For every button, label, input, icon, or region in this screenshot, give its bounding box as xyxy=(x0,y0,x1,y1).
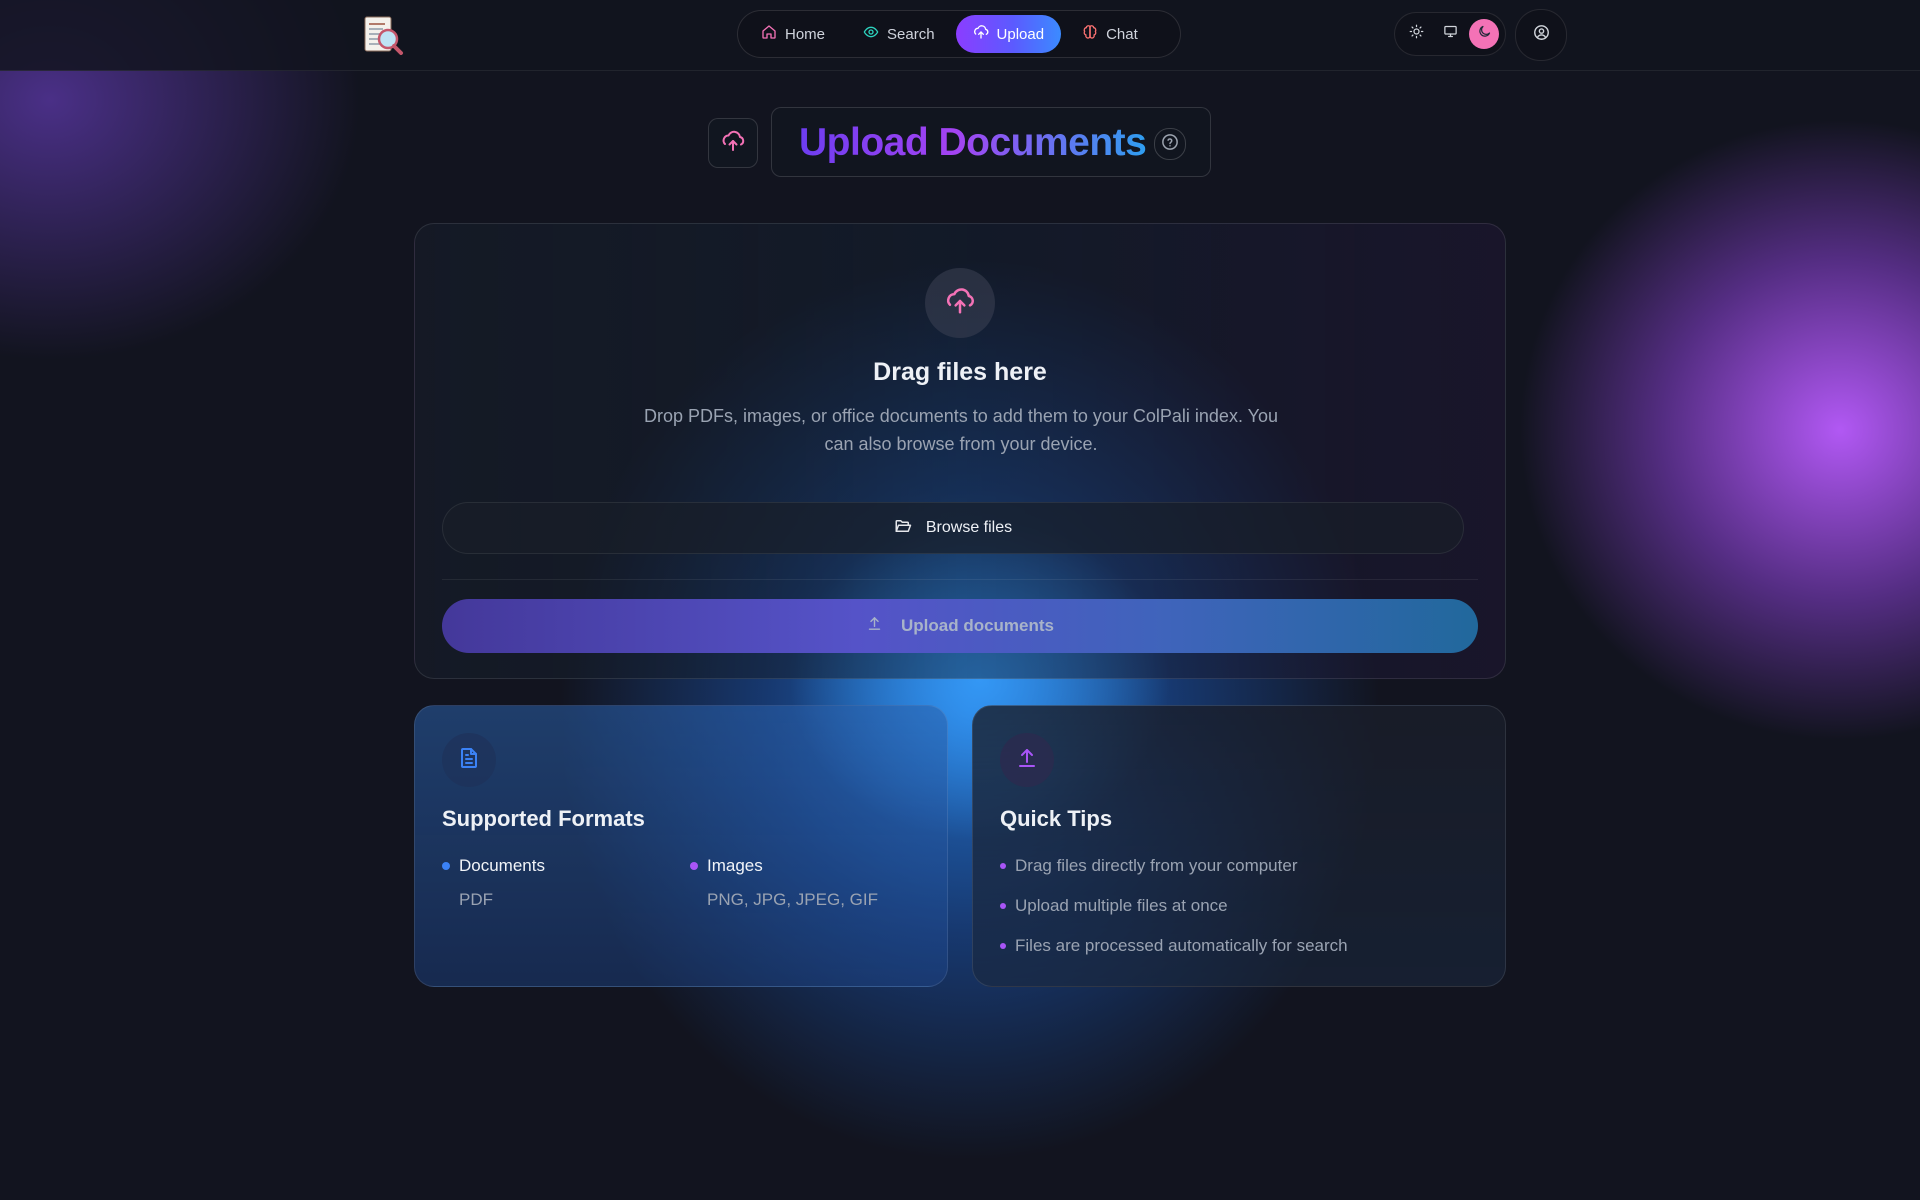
supported-formats-title: Supported Formats xyxy=(442,806,645,831)
browse-files-button[interactable]: Browse files xyxy=(442,502,1464,554)
monitor-icon xyxy=(1443,24,1458,44)
format-group-label: Images xyxy=(707,856,763,875)
tips-list: Drag files directly from your computer U… xyxy=(1000,856,1348,976)
bullet-dot xyxy=(1000,863,1006,869)
page-title-box: Upload Documents xyxy=(771,107,1211,177)
help-circle-icon xyxy=(1161,133,1179,156)
help-button[interactable] xyxy=(1154,128,1186,160)
bullet-dot xyxy=(442,862,450,870)
dark-theme-button[interactable] xyxy=(1469,19,1499,49)
top-navbar: Home Search Upload Chat xyxy=(0,0,1920,71)
divider xyxy=(442,579,1478,580)
nav-home[interactable]: Home xyxy=(744,15,842,53)
upload-documents-button[interactable]: Upload documents xyxy=(442,599,1478,653)
cloud-upload-icon xyxy=(973,24,989,44)
sun-icon xyxy=(1409,24,1424,44)
format-group-label: Documents xyxy=(459,856,545,875)
page-title-icon xyxy=(708,118,758,168)
upload-documents-label: Upload documents xyxy=(900,616,1054,635)
cloud-upload-icon xyxy=(945,286,975,321)
list-item: Files are processed automatically for se… xyxy=(1000,936,1348,956)
cloud-upload-icon xyxy=(721,129,745,158)
light-theme-button[interactable] xyxy=(1401,19,1431,49)
dropzone-icon xyxy=(925,268,995,338)
nav-home-label: Home xyxy=(785,25,826,43)
page-title: Upload Documents xyxy=(799,121,1147,164)
supported-formats-card: Supported Formats Documents PDF Images P… xyxy=(414,705,948,987)
theme-switcher xyxy=(1394,12,1506,56)
format-group-documents: Documents PDF xyxy=(442,856,545,910)
tip-text: Drag files directly from your computer xyxy=(1015,856,1298,875)
bullet-dot xyxy=(690,862,698,870)
nav-search-label: Search xyxy=(887,25,935,43)
nav-search[interactable]: Search xyxy=(846,15,952,53)
home-icon xyxy=(761,24,777,44)
card-icon xyxy=(1000,733,1054,787)
list-item: Upload multiple files at once xyxy=(1000,896,1348,916)
file-text-icon xyxy=(457,746,481,775)
upload-dropzone[interactable]: Drag files here Drop PDFs, images, or of… xyxy=(414,223,1506,679)
bullet-dot xyxy=(1000,943,1006,949)
moon-icon xyxy=(1477,24,1492,44)
nav-chat[interactable]: Chat xyxy=(1065,15,1155,53)
app-logo-icon[interactable] xyxy=(363,15,405,55)
main-nav: Home Search Upload Chat xyxy=(737,10,1181,58)
nav-chat-label: Chat xyxy=(1106,25,1138,43)
browse-files-label: Browse files xyxy=(925,519,1013,536)
user-menu-button[interactable] xyxy=(1515,9,1567,61)
tip-text: Files are processed automatically for se… xyxy=(1015,936,1348,955)
dropzone-description: Drop PDFs, images, or office documents t… xyxy=(644,406,1278,454)
dropzone-title: Drag files here xyxy=(873,358,1047,386)
upload-icon xyxy=(866,615,883,637)
quick-tips-card: Quick Tips Drag files directly from your… xyxy=(972,705,1506,987)
brain-icon xyxy=(1082,24,1098,44)
folder-open-icon xyxy=(894,517,912,540)
eye-icon xyxy=(863,24,879,44)
format-group-value: PNG, JPG, JPEG, GIF xyxy=(707,890,878,909)
format-group-value: PDF xyxy=(459,890,493,909)
card-icon xyxy=(442,733,496,787)
system-theme-button[interactable] xyxy=(1435,19,1465,49)
quick-tips-title: Quick Tips xyxy=(1000,806,1113,831)
upload-icon xyxy=(1015,746,1039,775)
nav-upload-label: Upload xyxy=(996,25,1045,43)
nav-upload[interactable]: Upload xyxy=(955,15,1062,53)
user-circle-icon xyxy=(1533,24,1550,46)
format-group-images: Images PNG, JPG, JPEG, GIF xyxy=(690,856,878,910)
tip-text: Upload multiple files at once xyxy=(1015,896,1228,915)
bullet-dot xyxy=(1000,903,1006,909)
list-item: Drag files directly from your computer xyxy=(1000,856,1348,876)
